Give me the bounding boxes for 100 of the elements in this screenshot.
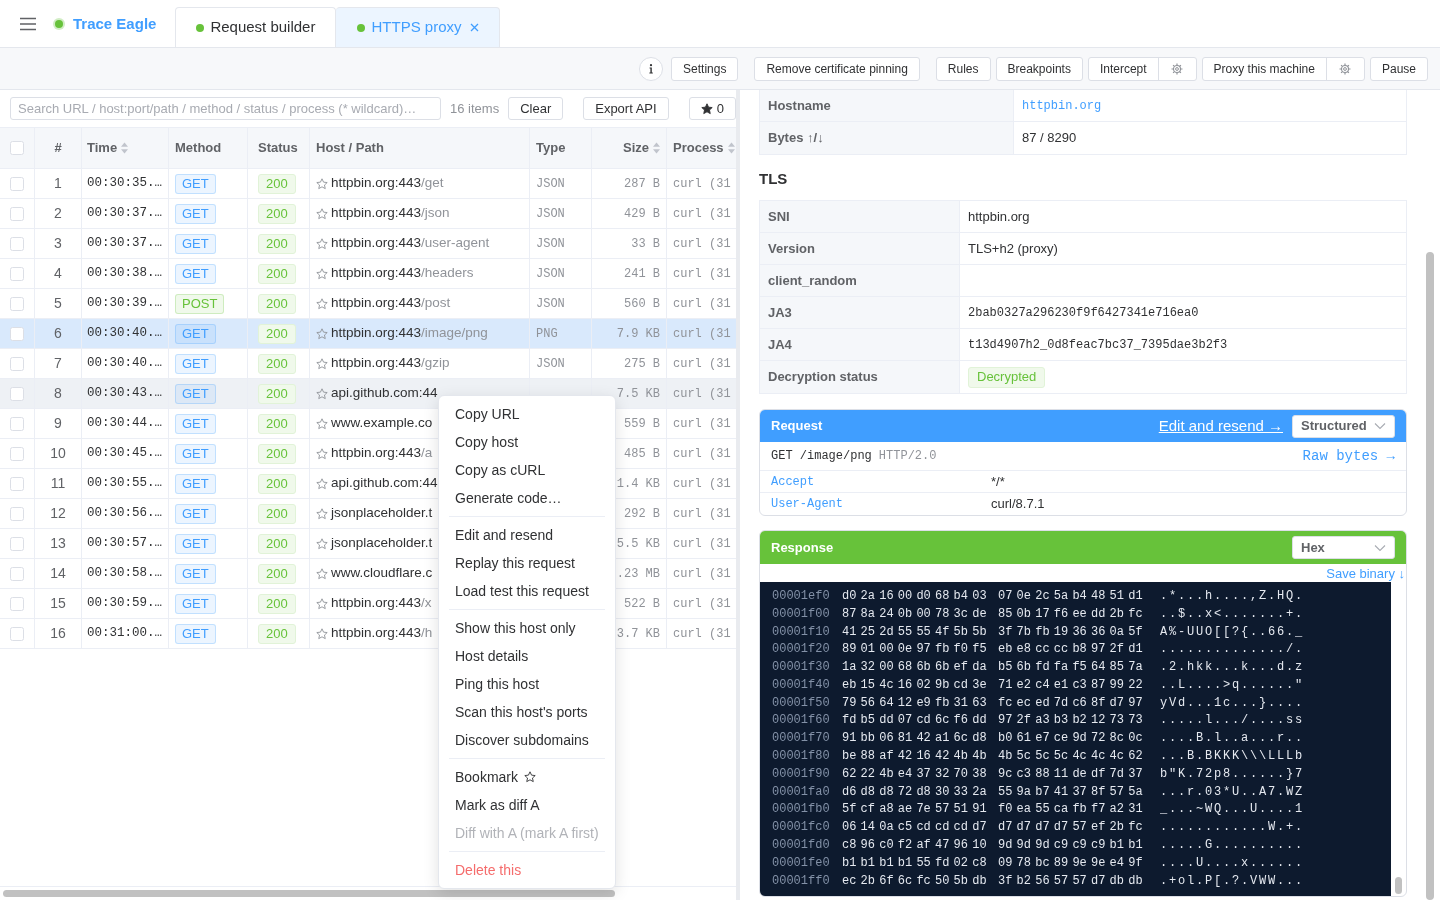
- ascii-text: _...~WQ...U....1: [1160, 801, 1305, 819]
- field-label: SNI: [760, 201, 960, 232]
- url-text: httpbin.org:443/get: [331, 174, 444, 193]
- close-icon[interactable]: [470, 23, 480, 32]
- star-icon[interactable]: [316, 357, 328, 370]
- toolbar-button[interactable]: Breakpoints: [995, 56, 1083, 81]
- hex-offset: 00001ef0: [772, 587, 831, 605]
- url-text: api.github.com:44: [331, 474, 438, 493]
- table-cell-text: PNG: [536, 325, 558, 343]
- checkbox[interactable]: [10, 536, 24, 551]
- table-cell-text: 00:30:37.…: [87, 205, 162, 223]
- table-cell-text: JSON: [536, 235, 565, 253]
- toolbar-button[interactable]: Settings: [671, 56, 739, 81]
- hex-bytes: 9c c3 88 11 de df 7d 37: [998, 765, 1144, 783]
- star-icon[interactable]: [316, 297, 328, 310]
- row-number: 15: [50, 594, 66, 613]
- star-icon[interactable]: [316, 237, 328, 250]
- checkbox[interactable]: [10, 326, 24, 341]
- menu-icon[interactable]: [20, 16, 36, 31]
- checkbox[interactable]: [10, 141, 24, 155]
- star-icon[interactable]: [316, 207, 328, 220]
- status-badge: 200: [258, 443, 296, 464]
- checkbox[interactable]: [10, 626, 24, 641]
- menu-item[interactable]: Scan this host's ports: [439, 698, 615, 726]
- toolbar-button[interactable]: Clear: [508, 97, 564, 120]
- checkbox[interactable]: [10, 236, 24, 251]
- url-text: httpbin.org:443/json: [331, 204, 450, 223]
- scrollbar-thumb[interactable]: [3, 890, 615, 897]
- field-label: Version: [760, 233, 960, 264]
- status-badge: 200: [258, 473, 296, 494]
- view-select[interactable]: Structured: [1292, 414, 1395, 438]
- column-header[interactable]: Time: [87, 138, 129, 158]
- star-icon[interactable]: [316, 627, 328, 640]
- star-icon[interactable]: [316, 327, 328, 340]
- menu-item[interactable]: Bookmark: [439, 763, 615, 791]
- checkbox[interactable]: [10, 356, 24, 371]
- checkbox[interactable]: [10, 446, 24, 461]
- panel-title: Request: [771, 417, 823, 436]
- checkbox[interactable]: [10, 266, 24, 281]
- star-icon[interactable]: [316, 597, 328, 610]
- ascii-text: ...B.BKKK\\\LLLb: [1160, 748, 1305, 766]
- table-row[interactable]: 5 00:30:39.… POST 200 httpbin.org:443/post JSON 560 B curl (31: [0, 289, 736, 319]
- table-row[interactable]: 3 00:30:37.… GET 200 httpbin.org:443/user-agent JSON 33 B curl (31: [0, 229, 736, 259]
- ascii-text: .*...h....,Z.HQ.: [1160, 587, 1305, 605]
- star-icon[interactable]: [316, 267, 328, 280]
- toolbar-button[interactable]: Export API: [583, 97, 669, 120]
- checkbox[interactable]: [10, 296, 24, 311]
- menu-item[interactable]: Discover subdomains: [439, 726, 615, 754]
- table-row[interactable]: 4 00:30:38.… GET 200 httpbin.org:443/headers JSON 241 B curl (31: [0, 259, 736, 289]
- starred-filter-button[interactable]: 0: [688, 97, 736, 120]
- table-row[interactable]: 1 00:30:35.… GET 200 httpbin.org:443/get JSON 287 B curl (31: [0, 169, 736, 199]
- tab[interactable]: Request builder: [175, 7, 337, 47]
- star-icon[interactable]: [316, 567, 328, 580]
- row-number: 3: [54, 234, 62, 253]
- checkbox[interactable]: [10, 566, 24, 581]
- toolbar-button[interactable]: Pause: [1369, 56, 1428, 81]
- toolbar-button[interactable]: Remove certificate pinning: [754, 56, 920, 81]
- hex-offset: 00001f20: [772, 641, 831, 659]
- checkbox[interactable]: [10, 206, 24, 221]
- checkbox[interactable]: [10, 476, 24, 491]
- star-icon[interactable]: [316, 387, 328, 400]
- table-row[interactable]: 6 00:30:40.… GET 200 httpbin.org:443/image/png PNG 7.9 KB curl (31: [0, 319, 736, 349]
- checkbox[interactable]: [10, 596, 24, 611]
- scrollbar-thumb[interactable]: [1426, 252, 1434, 900]
- checkbox[interactable]: [10, 506, 24, 521]
- search-field[interactable]: Search URL / host:port/path / method / status / process (* wildcard)…: [10, 97, 441, 120]
- hex-bytes: d0 2a 16 00 d0 68 b4 03: [842, 587, 988, 605]
- method-badge: POST: [175, 293, 225, 314]
- table-row[interactable]: 7 00:30:40.… GET 200 httpbin.org:443/gzip JSON 275 B curl (31: [0, 349, 736, 379]
- checkbox[interactable]: [10, 416, 24, 431]
- scrollbar-thumb[interactable]: [1395, 877, 1402, 894]
- info-icon[interactable]: [639, 56, 664, 81]
- menu-item[interactable]: Ping this host: [439, 670, 615, 698]
- column-header[interactable]: Process: [673, 138, 735, 158]
- field-label: Bytes ↑/↓: [760, 122, 1014, 154]
- star-icon[interactable]: [316, 177, 328, 190]
- star-icon[interactable]: [316, 537, 328, 550]
- status-badge: 200: [258, 293, 296, 314]
- row-number: 9: [54, 414, 62, 433]
- checkbox[interactable]: [10, 176, 24, 191]
- star-icon[interactable]: [316, 477, 328, 490]
- ascii-text: ............W.+.: [1160, 819, 1305, 837]
- table-cell-text: curl (31: [673, 415, 731, 433]
- star-icon[interactable]: [316, 417, 328, 430]
- star-icon[interactable]: [316, 447, 328, 460]
- checkbox[interactable]: [10, 386, 24, 401]
- column-header: Method: [175, 139, 222, 158]
- hex-offset: 00001fc0: [772, 819, 831, 837]
- row-number: 12: [50, 504, 66, 523]
- column-header[interactable]: Size: [623, 138, 660, 158]
- table-cell-text: curl (31: [673, 205, 731, 223]
- table-cell-text: 00:30:43.…: [87, 385, 162, 403]
- view-select[interactable]: Hex: [1292, 536, 1395, 559]
- table-row[interactable]: 2 00:30:37.… GET 200 httpbin.org:443/json JSON 429 B curl (31: [0, 199, 736, 229]
- method-badge: GET: [175, 233, 216, 254]
- chevron-down-icon: [1374, 543, 1386, 552]
- star-icon[interactable]: [316, 507, 328, 520]
- table-cell-text: 00:31:00.…: [87, 625, 162, 643]
- menu-item[interactable]: Mark as diff A: [439, 791, 615, 819]
- toolbar-button[interactable]: Rules: [935, 56, 991, 81]
